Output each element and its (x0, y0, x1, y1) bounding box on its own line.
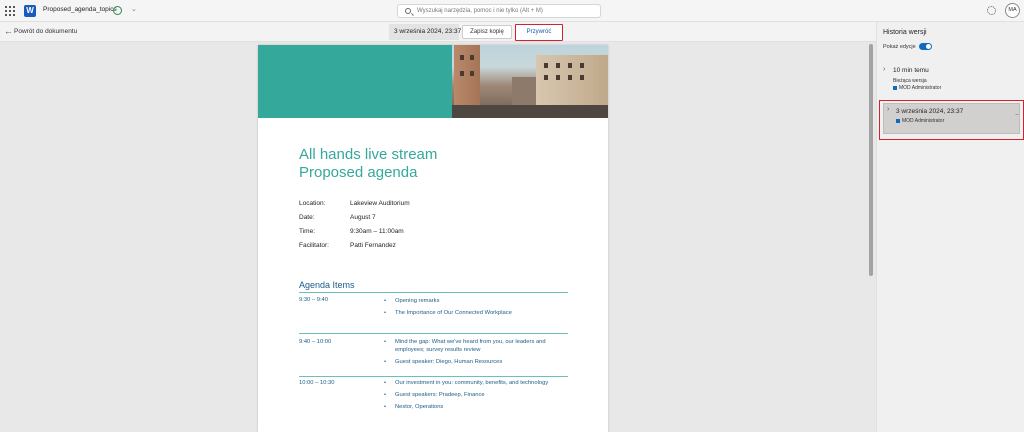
document-heading: All hands live stream Proposed agenda (299, 146, 579, 182)
scrollbar[interactable] (869, 44, 873, 276)
chevron-right-icon[interactable]: › (883, 66, 885, 73)
document-page: All hands live stream Proposed agenda Lo… (258, 45, 608, 432)
version-author: MOD Administrator (893, 85, 941, 91)
meta-label: Date: (299, 214, 315, 221)
agenda-item: Our investment in you: community, benefi… (384, 379, 568, 387)
gear-icon[interactable] (987, 6, 996, 15)
version-item-current[interactable]: › 10 min temu Bieżąca wersja MOD Adminis… (877, 66, 1024, 96)
divider (299, 376, 568, 377)
agenda-item: Guest speaker: Diego, Human Resources (384, 358, 568, 366)
save-copy-button[interactable]: Zapisz kopię (462, 25, 512, 39)
search-placeholder: Wyszukaj narzędzia, pomoc i nie tylko (A… (417, 8, 543, 14)
meta-label: Location: (299, 200, 326, 207)
top-bar: W Proposed_agenda_topics ⌄ Wyszukaj narz… (0, 0, 1024, 22)
restore-button[interactable]: Przywróć (515, 24, 563, 41)
panel-title: Historia wersji (883, 29, 927, 36)
author-name: MOD Administrator (902, 118, 945, 124)
meta-value: August 7 (350, 214, 376, 221)
avatar[interactable]: MA (1005, 3, 1020, 18)
agenda-time: 9:30 – 9:40 (299, 297, 329, 303)
document-title[interactable]: Proposed_agenda_topics (43, 6, 117, 13)
app-launcher-icon[interactable] (5, 6, 15, 16)
meta-value: Lakeview Auditorium (350, 200, 410, 207)
more-options-icon[interactable]: ··· (1015, 112, 1019, 118)
header-color-block (258, 45, 452, 118)
version-item-selected[interactable]: › 3 września 2024, 23:37 MOD Administrat… (883, 103, 1020, 134)
header-photo (452, 45, 608, 118)
back-arrow-icon[interactable]: ← (4, 26, 13, 36)
word-app-icon: W (24, 5, 36, 17)
show-edits-label: Pokaż edycje (883, 44, 916, 50)
agenda-time: 10:00 – 10:30 (299, 380, 335, 386)
search-icon (405, 8, 411, 14)
heading-line-2: Proposed agenda (299, 164, 418, 181)
meta-value: 9:30am – 11:00am (350, 228, 404, 235)
version-label: Bieżąca wersja (893, 78, 927, 84)
divider (299, 333, 568, 334)
meta-label: Time: (299, 228, 316, 235)
meta-value: Patti Fernandez (350, 242, 396, 249)
agenda-item: Nestor, Operations (384, 403, 568, 411)
back-to-document-link[interactable]: Powrót do dokumentu (14, 28, 77, 35)
meta-label: Facilitator: (299, 242, 329, 249)
divider (299, 292, 568, 293)
version-time: 10 min temu (893, 67, 929, 74)
sync-status-icon (113, 6, 122, 15)
agenda-item: Opening remarks (384, 297, 568, 305)
version-date: 3 września 2024, 23:37 (394, 28, 462, 35)
version-author: MOD Administrator (896, 118, 944, 124)
agenda-title: Agenda Items (299, 280, 355, 290)
author-name: MOD Administrator (899, 85, 942, 91)
chevron-down-icon[interactable]: ⌄ (131, 5, 137, 13)
agenda-item: Mind the gap: What we've heard from you,… (384, 338, 568, 354)
chevron-right-icon[interactable]: › (887, 106, 889, 113)
version-history-panel: Historia wersji Pokaż edycje › 10 min te… (876, 22, 1024, 432)
heading-line-1: All hands live stream (299, 146, 438, 163)
agenda-item: The Importance of Our Connected Workplac… (384, 309, 568, 317)
agenda-item: Guest speakers: Pradeep, Finance (384, 391, 568, 399)
show-edits-toggle[interactable] (919, 43, 932, 50)
version-toolbar: ← Powrót do dokumentu 3 września 2024, 2… (0, 22, 876, 42)
agenda-time: 9:40 – 10:00 (299, 339, 332, 345)
version-time: 3 września 2024, 23:37 (896, 108, 964, 115)
search-input[interactable]: Wyszukaj narzędzia, pomoc i nie tylko (A… (397, 4, 601, 18)
selected-version-highlight: › 3 września 2024, 23:37 MOD Administrat… (879, 100, 1024, 140)
